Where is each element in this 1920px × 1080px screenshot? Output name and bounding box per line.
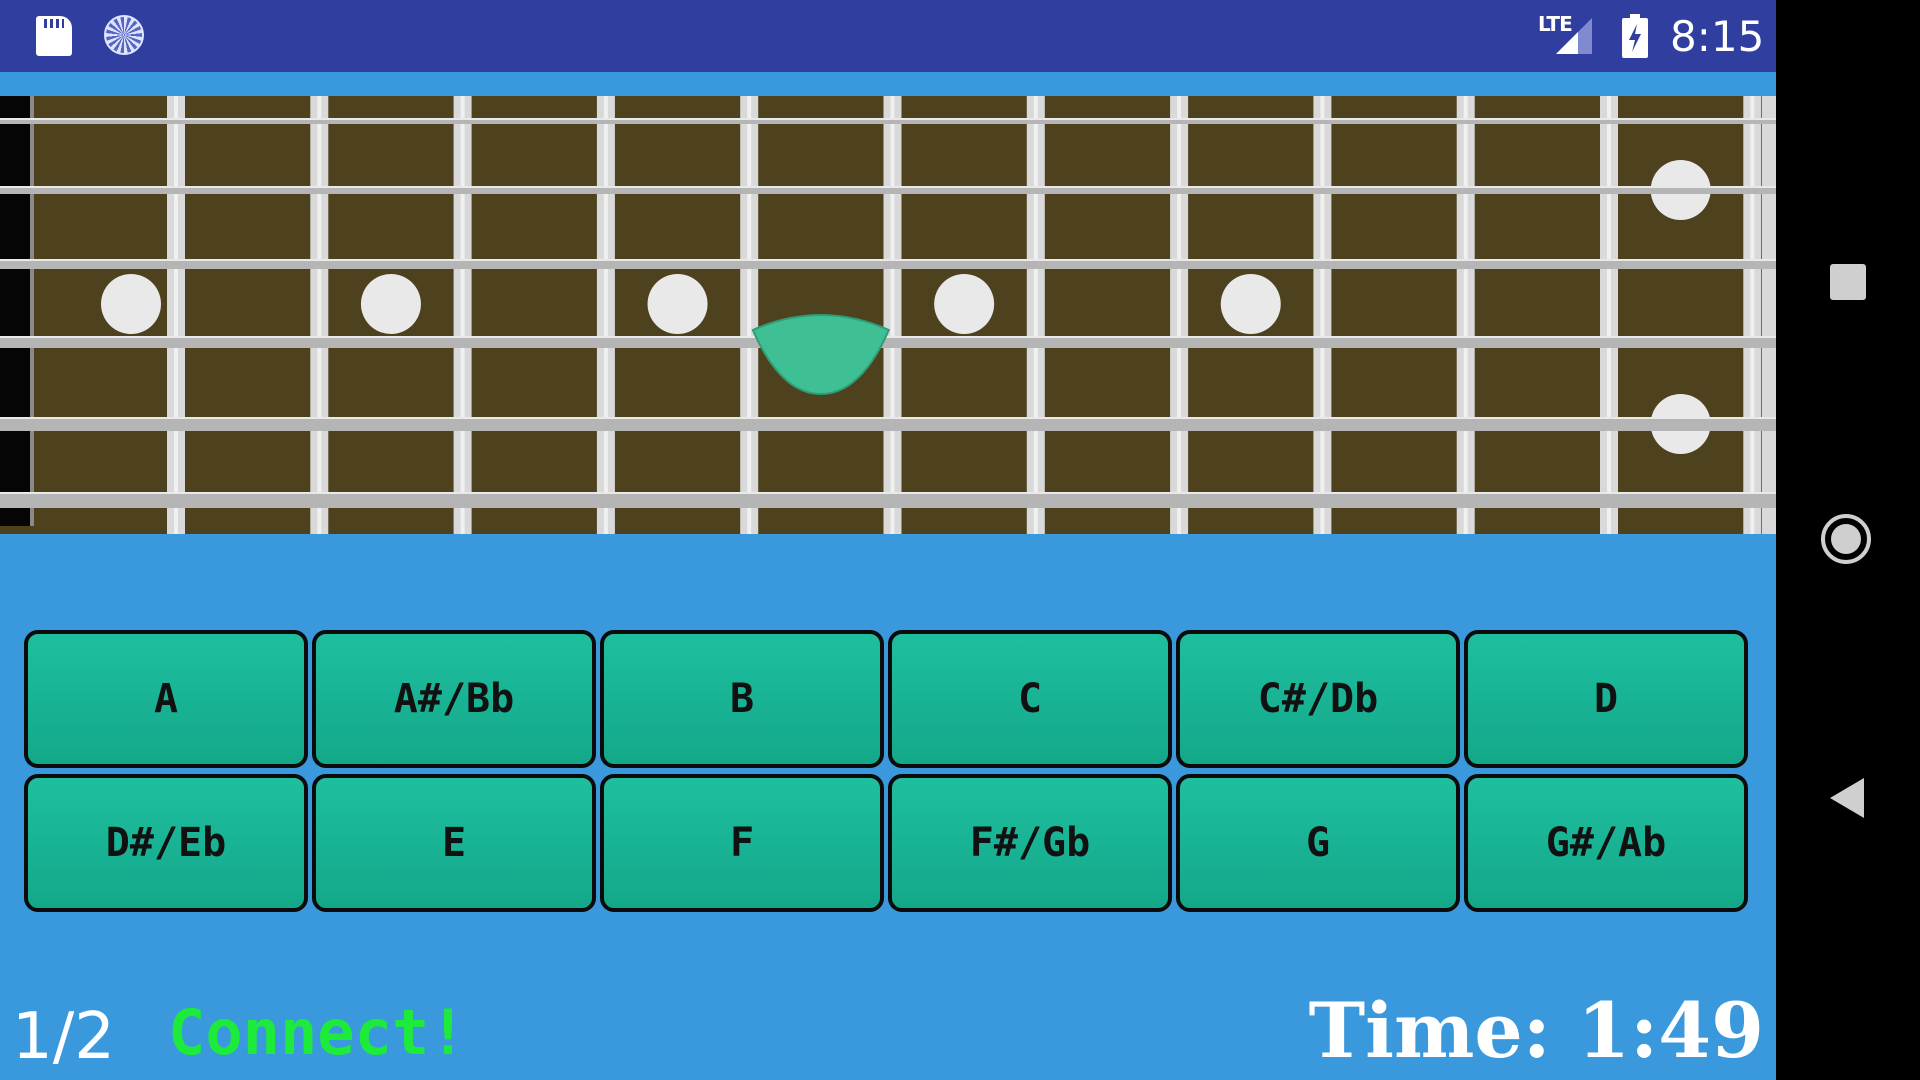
app-screen: LTE 8:15 A A#/Bb B C C#/Db D D#/Eb E F F#/Gb G G#/A…	[0, 0, 1776, 1080]
note-button[interactable]: G	[1176, 774, 1460, 912]
guitar-string	[0, 417, 1776, 431]
note-button-grid: A A#/Bb B C C#/Db D D#/Eb E F F#/Gb G G#/Ab	[24, 630, 1752, 918]
note-button[interactable]: A#/Bb	[312, 630, 596, 768]
note-button[interactable]: A	[24, 630, 308, 768]
fret-shine	[1177, 96, 1182, 534]
sd-card-icon	[36, 16, 72, 56]
back-button[interactable]	[1830, 778, 1864, 818]
string-shine	[0, 417, 1776, 419]
fret-marker	[360, 274, 421, 334]
fret-shine	[747, 96, 752, 534]
battery-charging-icon	[1622, 14, 1648, 58]
string-shine	[0, 336, 1776, 338]
question-progress: 1/2	[12, 1000, 115, 1074]
fret-marker	[101, 274, 161, 334]
signal-icon	[1556, 18, 1592, 54]
status-bar: LTE 8:15	[0, 0, 1776, 72]
note-button[interactable]: G#/Ab	[1464, 774, 1748, 912]
fret-shine	[1463, 96, 1468, 534]
clock: 8:15	[1670, 12, 1765, 61]
fret-shine	[890, 96, 895, 534]
fretboard[interactable]	[0, 94, 1776, 538]
note-button[interactable]: B	[600, 630, 884, 768]
recents-button[interactable]	[1830, 264, 1866, 300]
note-button[interactable]: F	[600, 774, 884, 912]
timer: Time: 1:49	[1308, 986, 1764, 1075]
note-button[interactable]: F#/Gb	[888, 774, 1172, 912]
note-button[interactable]: D#/Eb	[24, 774, 308, 912]
nut-edge	[30, 96, 34, 526]
string-shine	[0, 492, 1776, 494]
note-button[interactable]: E	[312, 774, 596, 912]
note-button[interactable]: C	[888, 630, 1172, 768]
fret-shine	[174, 96, 178, 534]
nut	[0, 96, 34, 526]
fret-shine	[1320, 96, 1325, 534]
fret-shine	[603, 96, 608, 534]
home-button[interactable]	[1821, 514, 1871, 564]
string-shine	[0, 186, 1776, 188]
string-shine	[0, 259, 1776, 261]
note-button[interactable]: D	[1464, 630, 1748, 768]
fret-wire	[1762, 96, 1776, 534]
fret-shine	[460, 96, 465, 534]
fret-shine	[1750, 96, 1755, 534]
fret-marker	[647, 274, 708, 334]
navigation-bar	[1776, 0, 1920, 1080]
answer-feedback: Connect!	[168, 996, 467, 1069]
fret-shine	[317, 96, 322, 534]
fret-shine	[1033, 96, 1038, 534]
note-button[interactable]: C#/Db	[1176, 630, 1460, 768]
fret-marker	[934, 274, 995, 334]
fret-shine	[1607, 96, 1611, 534]
fret-marker	[1220, 274, 1281, 334]
string-shine	[0, 118, 1776, 120]
sync-icon	[104, 15, 144, 55]
guitar-string	[0, 492, 1776, 508]
